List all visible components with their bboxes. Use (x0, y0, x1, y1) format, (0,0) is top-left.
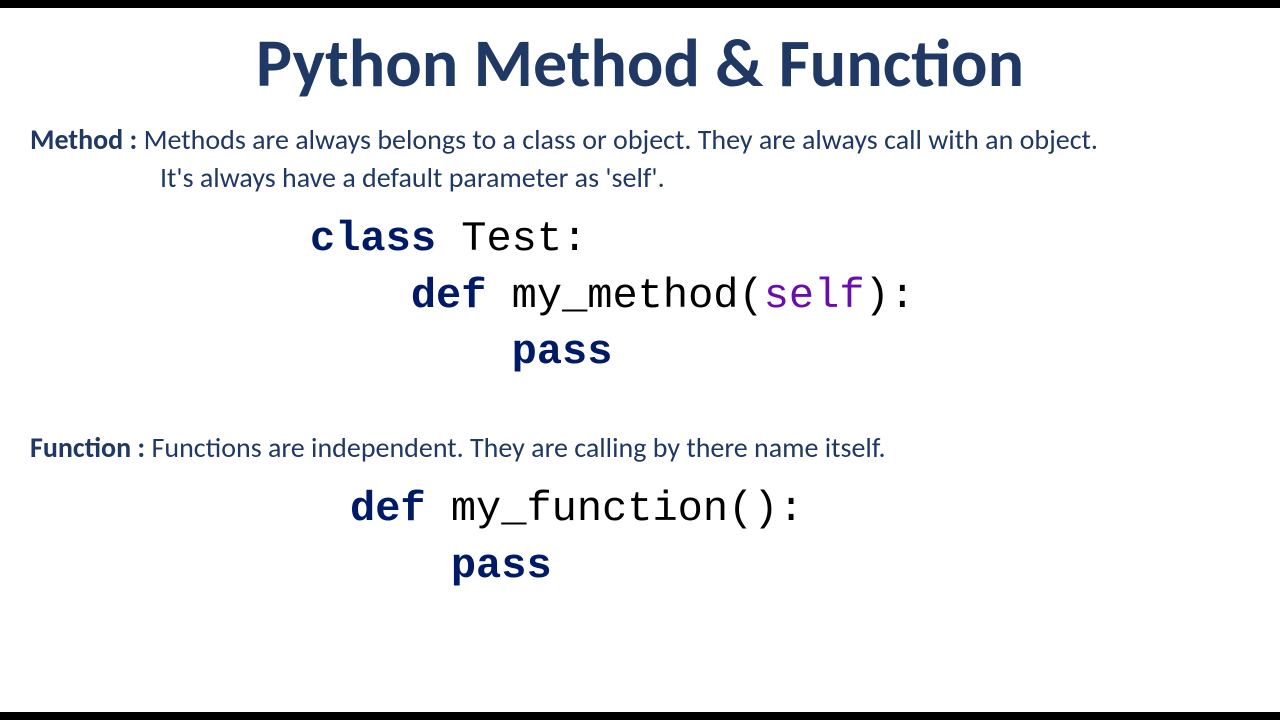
self-param: self (764, 272, 865, 320)
function-sig: my_function(): (426, 485, 804, 533)
method-label: Method : (30, 122, 137, 157)
method-desc-line1: Methods are always belongs to a class or… (137, 122, 1098, 157)
method-code-example: class Test: def my_method(self): pass (310, 211, 1250, 381)
method-sig-post: ): (865, 272, 915, 320)
slide-title: Python Method & Function (30, 28, 1250, 99)
method-description: Method : Methods are always belongs to a… (30, 121, 1250, 197)
function-code-example: def my_function(): pass (350, 481, 1250, 594)
function-label: Function : (30, 430, 145, 465)
keyword-def-method: def (411, 272, 487, 320)
function-description: Function : Functions are independent. Th… (30, 429, 1250, 467)
keyword-pass-function: pass (451, 542, 552, 590)
keyword-class: class (310, 215, 436, 263)
slide-content: Python Method & Function Method : Method… (0, 8, 1280, 712)
function-desc-text: Functions are independent. They are call… (145, 430, 885, 465)
class-name-text: Test: (436, 215, 587, 263)
method-sig-pre: my_method( (486, 272, 763, 320)
keyword-def-function: def (350, 485, 426, 533)
keyword-pass-method: pass (512, 328, 613, 376)
method-desc-line2: It's always have a default parameter as … (160, 159, 1250, 197)
